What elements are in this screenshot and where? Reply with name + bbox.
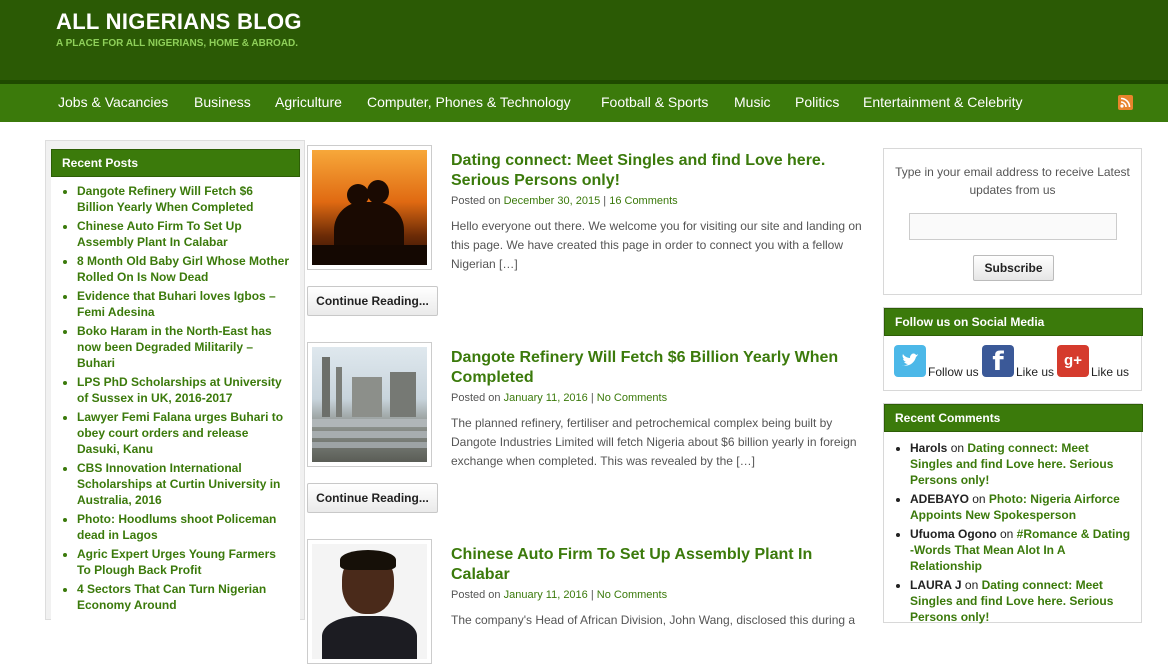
google-plus-icon: g+ bbox=[1057, 345, 1089, 377]
social-label: Like us bbox=[1091, 365, 1130, 379]
list-item[interactable]: CBS Innovation International Scholarship… bbox=[77, 460, 292, 508]
post-thumbnail[interactable] bbox=[307, 539, 432, 664]
post-excerpt: Hello everyone out there. We welcome you… bbox=[451, 219, 862, 271]
facebook-link[interactable]: f Like us bbox=[982, 345, 1062, 385]
nav-item-jobs[interactable]: Jobs & Vacancies bbox=[58, 94, 168, 110]
list-item[interactable]: Lawyer Femi Falana urges Buhari to obey … bbox=[77, 409, 292, 457]
comment-author: ADEBAYO bbox=[910, 492, 969, 506]
subscribe-button[interactable]: Subscribe bbox=[973, 255, 1054, 281]
social-label: Follow us bbox=[928, 365, 979, 379]
nav-item-technology[interactable]: Computer, Phones & Technology bbox=[367, 94, 571, 110]
nav-item-sports[interactable]: Football & Sports bbox=[601, 94, 708, 110]
post-comments-link[interactable]: No Comments bbox=[597, 589, 667, 601]
list-item: LAURA J on Dating connect: Meet Singles … bbox=[910, 577, 1133, 625]
post-thumbnail[interactable] bbox=[307, 342, 432, 467]
post-title[interactable]: Dating connect: Meet Singles and find Lo… bbox=[451, 151, 871, 191]
nav-item-agriculture[interactable]: Agriculture bbox=[275, 94, 342, 110]
subscribe-widget: Type in your email address to receive La… bbox=[883, 148, 1142, 295]
comment-author: LAURA J bbox=[910, 578, 962, 592]
post-title[interactable]: Dangote Refinery Will Fetch $6 Billion Y… bbox=[451, 348, 871, 388]
post-meta: Posted on January 11, 2016 | No Comments bbox=[451, 589, 668, 601]
rss-icon[interactable] bbox=[1118, 95, 1133, 110]
recent-comments-heading: Recent Comments bbox=[884, 404, 1143, 432]
list-item[interactable]: Dangote Refinery Will Fetch $6 Billion Y… bbox=[77, 183, 292, 215]
nav-item-business[interactable]: Business bbox=[194, 94, 251, 110]
list-item[interactable]: Chinese Auto Firm To Set Up Assembly Pla… bbox=[77, 218, 292, 250]
recent-posts-widget: Recent Posts Dangote Refinery Will Fetch… bbox=[51, 149, 300, 629]
post-date[interactable]: January 11, 2016 bbox=[504, 392, 588, 404]
list-item[interactable]: LPS PhD Scholarships at University of Su… bbox=[77, 374, 292, 406]
post-comments-link[interactable]: No Comments bbox=[597, 392, 667, 404]
list-item: ADEBAYO on Photo: Nigeria Airforce Appoi… bbox=[910, 491, 1133, 523]
post-date[interactable]: December 30, 2015 bbox=[504, 195, 601, 207]
post-excerpt: The planned refinery, fertiliser and pet… bbox=[451, 416, 857, 468]
post-meta: Posted on December 30, 2015 | 16 Comment… bbox=[451, 195, 678, 207]
list-item[interactable]: 8 Month Old Baby Girl Whose Mother Rolle… bbox=[77, 253, 292, 285]
main-content: Recent Posts Dangote Refinery Will Fetch… bbox=[45, 140, 1147, 664]
list-item: Harols on Dating connect: Meet Singles a… bbox=[910, 440, 1133, 488]
left-sidebar: Recent Posts Dangote Refinery Will Fetch… bbox=[45, 140, 305, 629]
recent-posts-heading: Recent Posts bbox=[51, 149, 300, 177]
site-title[interactable]: ALL NIGERIANS BLOG bbox=[56, 9, 302, 35]
social-heading: Follow us on Social Media bbox=[884, 308, 1143, 336]
social-label: Like us bbox=[1016, 365, 1055, 379]
list-item[interactable]: Boko Haram in the North-East has now bee… bbox=[77, 323, 292, 371]
email-field[interactable] bbox=[909, 213, 1117, 240]
nav-item-entertainment[interactable]: Entertainment & Celebrity bbox=[863, 94, 1023, 110]
twitter-link[interactable]: Follow us bbox=[894, 345, 984, 385]
site-description: A PLACE FOR ALL NIGERIANS, HOME & ABROAD… bbox=[56, 38, 299, 49]
site-header: ALL NIGERIANS BLOG A PLACE FOR ALL NIGER… bbox=[0, 0, 1168, 80]
list-item[interactable]: Evidence that Buhari loves Igbos – Femi … bbox=[77, 288, 292, 320]
main-nav: Jobs & Vacancies Business Agriculture Co… bbox=[0, 80, 1168, 122]
list-item[interactable]: Agric Expert Urges Young Farmers To Plou… bbox=[77, 546, 292, 578]
post-thumbnail[interactable] bbox=[307, 145, 432, 270]
post-meta: Posted on January 11, 2016 | No Comments bbox=[451, 392, 668, 404]
list-item[interactable]: 4 Sectors That Can Turn Nigerian Economy… bbox=[77, 581, 292, 613]
list-item: Ufuoma Ogono on #Romance & Dating -Words… bbox=[910, 526, 1133, 574]
comment-author: Harols bbox=[910, 441, 948, 455]
comment-author: Ufuoma Ogono bbox=[910, 527, 997, 541]
nav-item-music[interactable]: Music bbox=[734, 94, 771, 110]
facebook-icon: f bbox=[982, 345, 1014, 377]
post-title[interactable]: Chinese Auto Firm To Set Up Assembly Pla… bbox=[451, 545, 871, 585]
continue-reading-button[interactable]: Continue Reading... bbox=[307, 483, 438, 513]
recent-posts-list: Dangote Refinery Will Fetch $6 Billion Y… bbox=[51, 177, 300, 613]
nav-item-politics[interactable]: Politics bbox=[795, 94, 839, 110]
post-excerpt: The company's Head of African Division, … bbox=[451, 613, 856, 627]
twitter-icon bbox=[894, 345, 926, 377]
recent-comments-list: Harols on Dating connect: Meet Singles a… bbox=[884, 440, 1143, 628]
list-item[interactable]: Photo: Hoodlums shoot Policeman dead in … bbox=[77, 511, 292, 543]
post-comments-link[interactable]: 16 Comments bbox=[609, 195, 677, 207]
recent-comments-widget: Recent Comments Harols on Dating connect… bbox=[883, 403, 1143, 624]
social-media-widget: Follow us on Social Media Follow us f Li… bbox=[883, 307, 1143, 391]
subscribe-text: Type in your email address to receive La… bbox=[895, 165, 1130, 197]
continue-reading-button[interactable]: Continue Reading... bbox=[307, 286, 438, 316]
post-date[interactable]: January 11, 2016 bbox=[504, 589, 588, 601]
google-plus-link[interactable]: g+ Like us bbox=[1057, 345, 1137, 385]
